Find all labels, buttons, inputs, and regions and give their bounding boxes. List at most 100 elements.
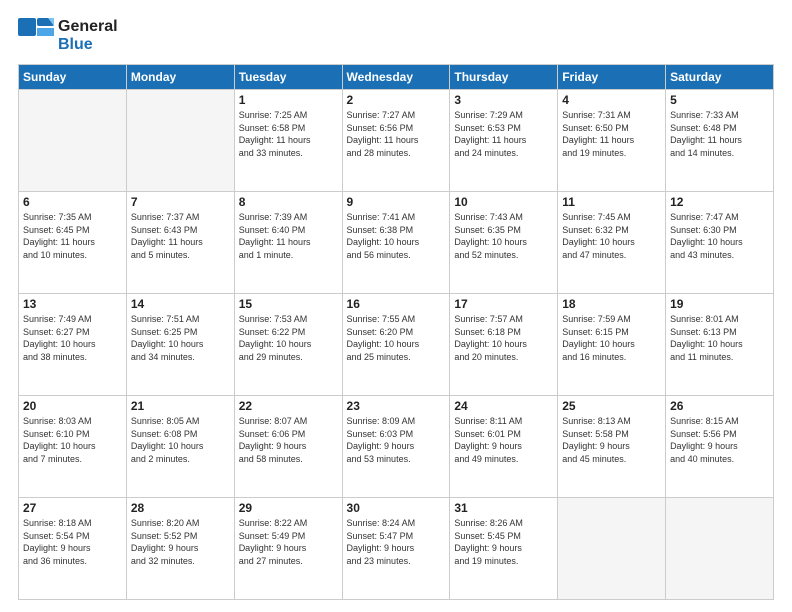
calendar-cell: 30 Sunrise: 8:24 AM Sunset: 5:47 PM Dayli… bbox=[342, 498, 450, 600]
calendar-cell: 2 Sunrise: 7:27 AM Sunset: 6:56 PM Daylig… bbox=[342, 90, 450, 192]
day-detail: Sunrise: 7:37 AM Sunset: 6:43 PM Dayligh… bbox=[131, 211, 230, 261]
calendar-cell: 11Sunrise: 7:45 AM Sunset: 6:32 PM Dayli… bbox=[558, 192, 666, 294]
calendar-cell: 23 Sunrise: 8:09 AM Sunset: 6:03 PM Dayli… bbox=[342, 396, 450, 498]
calendar-week-row: 1 Sunrise: 7:25 AM Sunset: 6:58 PM Daylig… bbox=[19, 90, 774, 192]
calendar-cell: 5Sunrise: 7:33 AM Sunset: 6:48 PM Daylig… bbox=[666, 90, 774, 192]
calendar-header-row: SundayMondayTuesdayWednesdayThursdayFrid… bbox=[19, 65, 774, 90]
day-detail: Sunrise: 7:29 AM Sunset: 6:53 PM Dayligh… bbox=[454, 109, 553, 159]
calendar-week-row: 13 Sunrise: 7:49 AM Sunset: 6:27 PM Dayli… bbox=[19, 294, 774, 396]
logo-svg bbox=[18, 18, 54, 54]
calendar-cell: 4Sunrise: 7:31 AM Sunset: 6:50 PM Daylig… bbox=[558, 90, 666, 192]
day-detail: Sunrise: 7:47 AM Sunset: 6:30 PM Dayligh… bbox=[670, 211, 769, 261]
calendar-week-row: 6 Sunrise: 7:35 AM Sunset: 6:45 PM Daylig… bbox=[19, 192, 774, 294]
calendar-cell: 28 Sunrise: 8:20 AM Sunset: 5:52 PM Dayli… bbox=[126, 498, 234, 600]
day-number: 3 bbox=[454, 93, 553, 107]
weekday-header: Sunday bbox=[19, 65, 127, 90]
day-detail: Sunrise: 8:15 AM Sunset: 5:56 PM Dayligh… bbox=[670, 415, 769, 465]
weekday-header: Thursday bbox=[450, 65, 558, 90]
calendar-cell: 29 Sunrise: 8:22 AM Sunset: 5:49 PM Dayli… bbox=[234, 498, 342, 600]
day-number: 11 bbox=[562, 195, 661, 209]
day-detail: Sunrise: 8:09 AM Sunset: 6:03 PM Dayligh… bbox=[347, 415, 446, 465]
day-detail: Sunrise: 8:13 AM Sunset: 5:58 PM Dayligh… bbox=[562, 415, 661, 465]
calendar-cell: 31 Sunrise: 8:26 AM Sunset: 5:45 PM Dayli… bbox=[450, 498, 558, 600]
day-detail: Sunrise: 8:05 AM Sunset: 6:08 PM Dayligh… bbox=[131, 415, 230, 465]
day-detail: Sunrise: 8:01 AM Sunset: 6:13 PM Dayligh… bbox=[670, 313, 769, 363]
day-detail: Sunrise: 8:20 AM Sunset: 5:52 PM Dayligh… bbox=[131, 517, 230, 567]
day-detail: Sunrise: 7:31 AM Sunset: 6:50 PM Dayligh… bbox=[562, 109, 661, 159]
day-detail: Sunrise: 7:55 AM Sunset: 6:20 PM Dayligh… bbox=[347, 313, 446, 363]
calendar-cell: 8Sunrise: 7:39 AM Sunset: 6:40 PM Daylig… bbox=[234, 192, 342, 294]
calendar-cell: 6 Sunrise: 7:35 AM Sunset: 6:45 PM Daylig… bbox=[19, 192, 127, 294]
calendar-week-row: 27Sunrise: 8:18 AM Sunset: 5:54 PM Dayli… bbox=[19, 498, 774, 600]
calendar-cell: 7 Sunrise: 7:37 AM Sunset: 6:43 PM Daylig… bbox=[126, 192, 234, 294]
calendar-cell: 13 Sunrise: 7:49 AM Sunset: 6:27 PM Dayli… bbox=[19, 294, 127, 396]
day-number: 9 bbox=[347, 195, 446, 209]
day-detail: Sunrise: 7:53 AM Sunset: 6:22 PM Dayligh… bbox=[239, 313, 338, 363]
calendar-cell: 19 Sunrise: 8:01 AM Sunset: 6:13 PM Dayli… bbox=[666, 294, 774, 396]
day-detail: Sunrise: 7:51 AM Sunset: 6:25 PM Dayligh… bbox=[131, 313, 230, 363]
day-detail: Sunrise: 8:24 AM Sunset: 5:47 PM Dayligh… bbox=[347, 517, 446, 567]
day-number: 10 bbox=[454, 195, 553, 209]
day-detail: Sunrise: 8:07 AM Sunset: 6:06 PM Dayligh… bbox=[239, 415, 338, 465]
calendar-week-row: 20 Sunrise: 8:03 AM Sunset: 6:10 PM Dayli… bbox=[19, 396, 774, 498]
weekday-header: Friday bbox=[558, 65, 666, 90]
day-detail: Sunrise: 8:22 AM Sunset: 5:49 PM Dayligh… bbox=[239, 517, 338, 567]
day-number: 28 bbox=[131, 501, 230, 515]
day-detail: Sunrise: 7:25 AM Sunset: 6:58 PM Dayligh… bbox=[239, 109, 338, 159]
day-detail: Sunrise: 7:43 AM Sunset: 6:35 PM Dayligh… bbox=[454, 211, 553, 261]
day-number: 6 bbox=[23, 195, 122, 209]
logo-blue: Blue bbox=[58, 36, 118, 54]
calendar-cell: 9 Sunrise: 7:41 AM Sunset: 6:38 PM Daylig… bbox=[342, 192, 450, 294]
calendar-cell: 20 Sunrise: 8:03 AM Sunset: 6:10 PM Dayli… bbox=[19, 396, 127, 498]
calendar-cell bbox=[126, 90, 234, 192]
calendar-cell: 24Sunrise: 8:11 AM Sunset: 6:01 PM Dayli… bbox=[450, 396, 558, 498]
day-number: 12 bbox=[670, 195, 769, 209]
day-number: 20 bbox=[23, 399, 122, 413]
weekday-header: Wednesday bbox=[342, 65, 450, 90]
day-detail: Sunrise: 7:35 AM Sunset: 6:45 PM Dayligh… bbox=[23, 211, 122, 261]
day-number: 16 bbox=[347, 297, 446, 311]
calendar-cell: 26 Sunrise: 8:15 AM Sunset: 5:56 PM Dayli… bbox=[666, 396, 774, 498]
calendar-cell: 18 Sunrise: 7:59 AM Sunset: 6:15 PM Dayli… bbox=[558, 294, 666, 396]
calendar-cell: 10 Sunrise: 7:43 AM Sunset: 6:35 PM Dayli… bbox=[450, 192, 558, 294]
day-number: 8 bbox=[239, 195, 338, 209]
calendar-cell: 25 Sunrise: 8:13 AM Sunset: 5:58 PM Dayli… bbox=[558, 396, 666, 498]
day-detail: Sunrise: 7:41 AM Sunset: 6:38 PM Dayligh… bbox=[347, 211, 446, 261]
day-number: 19 bbox=[670, 297, 769, 311]
day-number: 27 bbox=[23, 501, 122, 515]
calendar-cell: 1 Sunrise: 7:25 AM Sunset: 6:58 PM Daylig… bbox=[234, 90, 342, 192]
weekday-header: Monday bbox=[126, 65, 234, 90]
day-number: 31 bbox=[454, 501, 553, 515]
calendar-cell: 15Sunrise: 7:53 AM Sunset: 6:22 PM Dayli… bbox=[234, 294, 342, 396]
calendar-table: SundayMondayTuesdayWednesdayThursdayFrid… bbox=[18, 64, 774, 600]
day-detail: Sunrise: 8:26 AM Sunset: 5:45 PM Dayligh… bbox=[454, 517, 553, 567]
day-detail: Sunrise: 7:27 AM Sunset: 6:56 PM Dayligh… bbox=[347, 109, 446, 159]
day-number: 25 bbox=[562, 399, 661, 413]
calendar-cell: 12 Sunrise: 7:47 AM Sunset: 6:30 PM Dayli… bbox=[666, 192, 774, 294]
day-number: 26 bbox=[670, 399, 769, 413]
day-number: 21 bbox=[131, 399, 230, 413]
day-detail: Sunrise: 7:49 AM Sunset: 6:27 PM Dayligh… bbox=[23, 313, 122, 363]
day-number: 17 bbox=[454, 297, 553, 311]
day-number: 29 bbox=[239, 501, 338, 515]
calendar-cell: 22Sunrise: 8:07 AM Sunset: 6:06 PM Dayli… bbox=[234, 396, 342, 498]
day-number: 14 bbox=[131, 297, 230, 311]
day-number: 18 bbox=[562, 297, 661, 311]
day-detail: Sunrise: 8:03 AM Sunset: 6:10 PM Dayligh… bbox=[23, 415, 122, 465]
day-number: 23 bbox=[347, 399, 446, 413]
day-number: 30 bbox=[347, 501, 446, 515]
weekday-header: Saturday bbox=[666, 65, 774, 90]
day-number: 13 bbox=[23, 297, 122, 311]
day-detail: Sunrise: 7:59 AM Sunset: 6:15 PM Dayligh… bbox=[562, 313, 661, 363]
page: General Blue SundayMondayTuesdayWednesda… bbox=[0, 0, 792, 612]
calendar-cell bbox=[666, 498, 774, 600]
calendar-cell: 3 Sunrise: 7:29 AM Sunset: 6:53 PM Daylig… bbox=[450, 90, 558, 192]
calendar-cell: 14 Sunrise: 7:51 AM Sunset: 6:25 PM Dayli… bbox=[126, 294, 234, 396]
day-number: 2 bbox=[347, 93, 446, 107]
weekday-header: Tuesday bbox=[234, 65, 342, 90]
calendar-cell: 16 Sunrise: 7:55 AM Sunset: 6:20 PM Dayli… bbox=[342, 294, 450, 396]
day-number: 1 bbox=[239, 93, 338, 107]
day-detail: Sunrise: 7:57 AM Sunset: 6:18 PM Dayligh… bbox=[454, 313, 553, 363]
logo: General Blue bbox=[18, 18, 118, 54]
day-number: 7 bbox=[131, 195, 230, 209]
